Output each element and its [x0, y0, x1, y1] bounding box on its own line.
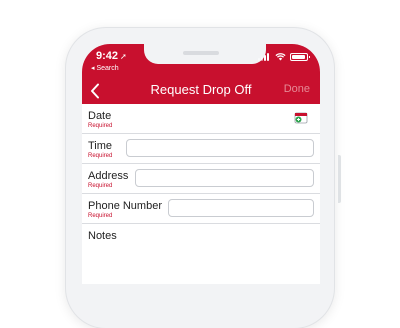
back-to-search-link[interactable]: ◂ Search [91, 64, 119, 72]
phone-side-button [338, 155, 341, 203]
phone-row: Phone Number Required [82, 194, 320, 224]
status-time: 9:42 ➚ [96, 50, 127, 62]
time-label: Time [88, 140, 113, 152]
time-input[interactable] [126, 139, 314, 157]
battery-icon [290, 53, 310, 61]
time-row: Time Required [82, 134, 320, 164]
date-label: Date [88, 110, 112, 122]
date-row[interactable]: Date Required [82, 104, 320, 134]
notes-label: Notes [88, 230, 117, 242]
phone-label: Phone Number [88, 200, 162, 212]
done-button[interactable]: Done [284, 83, 310, 95]
navigation-bar: Request Drop Off Done [82, 76, 320, 104]
wifi-icon [275, 53, 286, 61]
location-arrow-icon: ➚ [120, 52, 127, 61]
address-input[interactable] [135, 169, 314, 187]
address-row: Address Required [82, 164, 320, 194]
drop-off-form: Date Required Time Required Address Requ… [82, 104, 320, 284]
phone-required-text: Required [88, 213, 113, 219]
status-bar: 9:42 ➚ ◂ Search [82, 44, 320, 76]
phone-number-input[interactable] [168, 199, 314, 217]
status-time-text: 9:42 [96, 50, 119, 62]
cellular-signal-icon [258, 53, 272, 61]
address-required-text: Required [88, 183, 113, 189]
app-screen: 9:42 ➚ ◂ Search Request Drop Off Done Da… [82, 44, 320, 284]
address-label: Address [88, 170, 129, 182]
date-required-text: Required [88, 123, 113, 129]
time-required-text: Required [88, 153, 113, 159]
calendar-add-icon[interactable] [294, 112, 308, 124]
notes-row[interactable]: Notes [82, 224, 320, 284]
phone-speaker [183, 51, 219, 55]
